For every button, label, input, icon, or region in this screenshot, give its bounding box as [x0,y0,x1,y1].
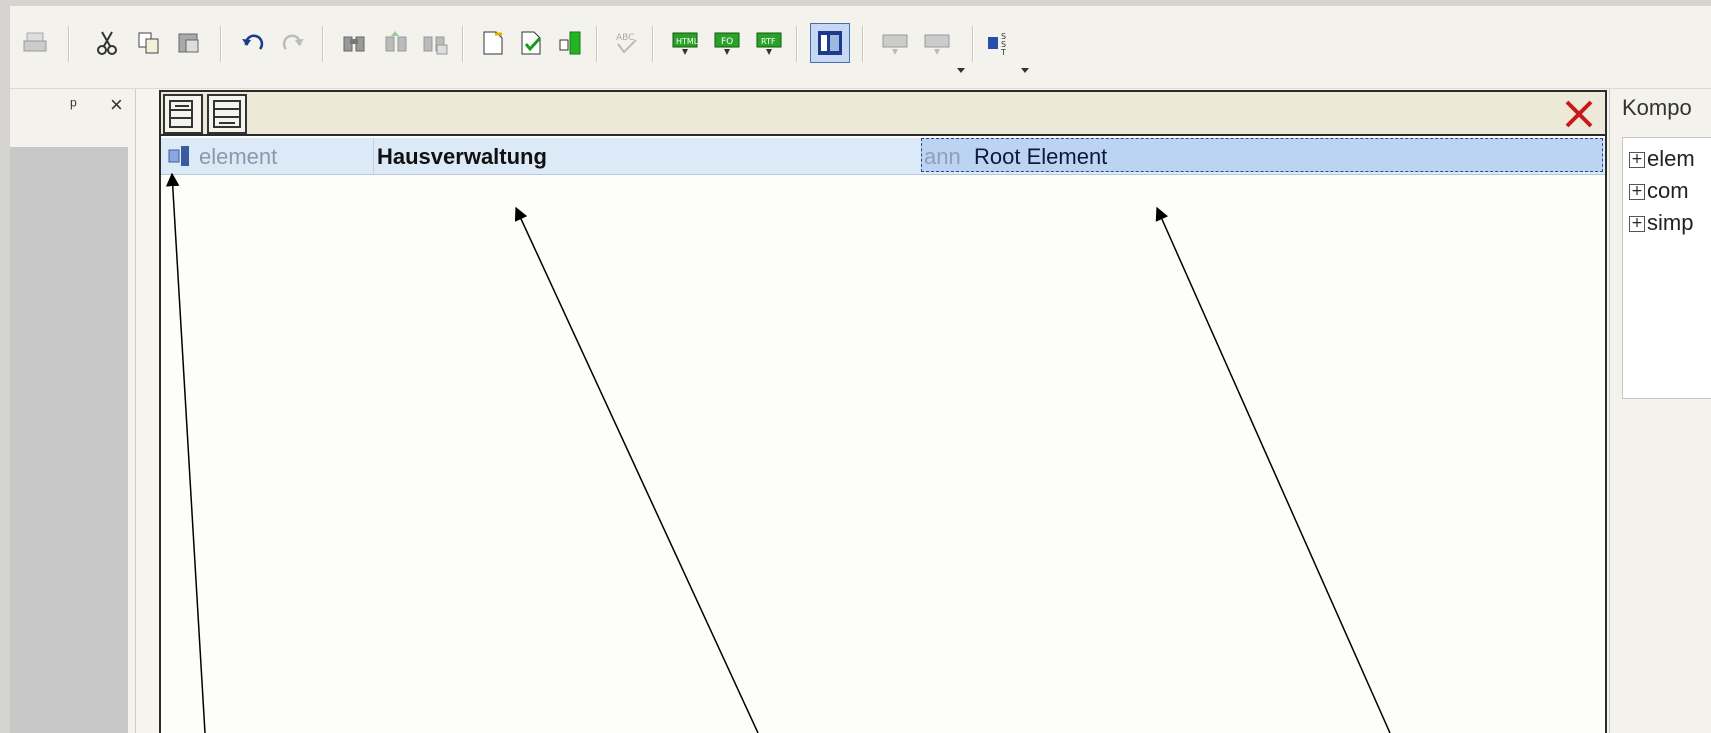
print-preview-icon[interactable] [880,28,910,58]
tree-item-label: elem [1647,146,1695,171]
cut-icon[interactable] [92,28,122,58]
expand-icon[interactable]: + [1629,152,1645,169]
text-view-icon[interactable] [922,28,952,58]
tree-item[interactable]: + elem [1629,146,1695,172]
undo-icon[interactable] [238,28,268,58]
validate-icon[interactable] [516,28,546,58]
find-next-icon[interactable] [382,28,412,58]
design-toolbar [161,90,1605,136]
element-row[interactable]: element Hausverwaltung ann Root Element [161,138,1605,175]
element-name[interactable]: Hausverwaltung [377,144,547,170]
chevron-down-icon[interactable] [956,62,966,73]
annotation-label: ann [924,144,961,169]
spellcheck-icon[interactable]: ABC [612,28,642,58]
generate-fo-icon[interactable]: FO [712,28,742,58]
element-type-label: element [199,144,278,169]
element-icon[interactable] [167,144,193,168]
svg-text:T: T [1000,48,1006,57]
chevron-down-icon[interactable] [1020,62,1030,73]
panel-header: ᵖ × [10,89,135,133]
components-panel: Kompo + elem + com + simp [1609,89,1711,733]
expand-icon[interactable]: + [1629,184,1645,201]
close-icon[interactable]: × [110,92,123,118]
generate-rtf-icon[interactable]: RTF [754,28,784,58]
expand-all-icon[interactable] [207,94,247,134]
new-document-icon[interactable] [478,28,508,58]
tree-item-label: simp [1647,210,1694,235]
expand-icon[interactable]: + [1629,216,1645,233]
close-icon[interactable] [1561,96,1597,132]
app-window: ABC HTML FO RTF SST ᵖ × element Hausverw… [10,6,1711,733]
svg-text:HTML: HTML [676,37,699,46]
main-toolbar: ABC HTML FO RTF SST [10,6,1711,89]
left-dock-panel: ᵖ × [10,89,136,733]
annotation-value[interactable]: Root Element [974,144,1107,170]
print-icon[interactable] [20,28,50,58]
svg-text:ABC: ABC [616,33,634,43]
redo-icon[interactable] [278,28,308,58]
generate-html-icon[interactable]: HTML [670,28,700,58]
replace-icon[interactable] [420,28,450,58]
toolbar-options-icon[interactable]: SST [984,28,1014,58]
tree-item[interactable]: + com [1629,178,1689,204]
design-area: element Hausverwaltung ann Root Element [159,90,1607,733]
paste-icon[interactable] [174,28,204,58]
collapse-all-icon[interactable] [163,94,203,134]
annotation-cell[interactable]: ann Root Element [921,138,1603,172]
find-icon[interactable] [340,28,370,58]
insert-column-icon[interactable] [556,28,586,58]
panel-title: Kompo [1622,95,1692,120]
copy-icon[interactable] [134,28,164,58]
svg-text:RTF: RTF [761,37,776,46]
pin-icon[interactable]: ᵖ [70,95,77,116]
tree-item[interactable]: + simp [1629,210,1693,236]
tree-item-label: com [1647,178,1689,203]
layout-view-icon[interactable] [810,23,850,63]
svg-text:FO: FO [721,37,733,47]
panel-content [10,147,128,733]
component-tree: + elem + com + simp [1622,137,1711,399]
